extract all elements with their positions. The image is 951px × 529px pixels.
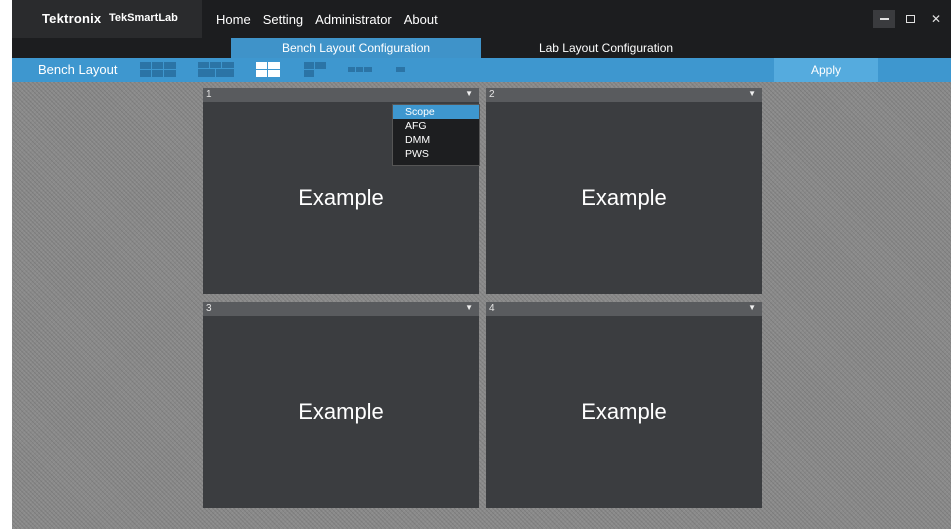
panel-2-body: Example [486,102,762,294]
bench-toolbar: Bench Layout Apply [12,58,951,82]
app-window: Tektronix TekSmartLab Home Setting Admin… [12,0,951,529]
tab-bench-layout[interactable]: Bench Layout Configuration [231,38,481,58]
panel-number: 2 [489,89,495,100]
layout-grid-2x3-icon[interactable] [140,62,176,78]
panel-example-text: Example [298,399,384,424]
dropdown-option-pws[interactable]: PWS [393,147,479,161]
close-button[interactable]: ✕ [925,10,947,28]
bench-panel-4: 4 ▼ Example [486,302,762,508]
layout-grid-2x3-alt-icon[interactable] [198,62,234,78]
panel-example-text: Example [581,399,667,424]
panel-number: 3 [206,303,212,314]
panel-4-header[interactable]: 4 ▼ [486,302,762,316]
layout-single-icon[interactable] [396,62,406,78]
chevron-down-icon[interactable]: ▼ [465,303,473,312]
app-name: TekSmartLab [109,12,178,24]
layout-3-split-icon[interactable] [304,62,326,78]
panel-example-text: Example [298,185,384,210]
maximize-button[interactable] [899,10,921,28]
main-menu: Home Setting Administrator About [216,0,450,38]
dropdown-option-dmm[interactable]: DMM [393,133,479,147]
panel-1-header[interactable]: 1 ▼ [203,88,479,102]
chevron-down-icon[interactable]: ▼ [748,89,756,98]
chevron-down-icon[interactable]: ▼ [465,89,473,98]
window-controls: ✕ [869,10,947,28]
bench-panel-2: 2 ▼ Example [486,88,762,294]
config-tabs: Bench Layout Configuration Lab Layout Co… [12,38,951,58]
layout-row-3-icon[interactable] [348,62,372,78]
tab-lab-layout[interactable]: Lab Layout Configuration [481,38,731,58]
menu-home[interactable]: Home [216,12,251,27]
panel-number: 1 [206,89,212,100]
instrument-dropdown: Scope AFG DMM PWS [392,104,480,166]
layout-grid-2x2-icon[interactable] [256,62,280,78]
logo: Tektronix TekSmartLab [12,0,202,38]
menu-setting[interactable]: Setting [263,12,303,27]
minimize-icon [879,18,889,20]
panel-2-header[interactable]: 2 ▼ [486,88,762,102]
panel-example-text: Example [581,185,667,210]
brand-logo: Tektronix [42,11,102,26]
apply-button[interactable]: Apply [774,58,878,82]
maximize-icon [905,15,915,23]
menu-about[interactable]: About [404,12,438,27]
bench-layout-label: Bench Layout [38,62,118,77]
panel-3-header[interactable]: 3 ▼ [203,302,479,316]
chevron-down-icon[interactable]: ▼ [748,303,756,312]
panel-3-body: Example [203,316,479,508]
title-bar: Tektronix TekSmartLab Home Setting Admin… [12,0,951,38]
panel-4-body: Example [486,316,762,508]
dropdown-option-scope[interactable]: Scope [393,105,479,119]
panel-number: 4 [489,303,495,314]
close-icon: ✕ [930,12,942,26]
minimize-button[interactable] [873,10,895,28]
bench-panel-3: 3 ▼ Example [203,302,479,508]
dropdown-option-afg[interactable]: AFG [393,119,479,133]
menu-administrator[interactable]: Administrator [315,12,392,27]
